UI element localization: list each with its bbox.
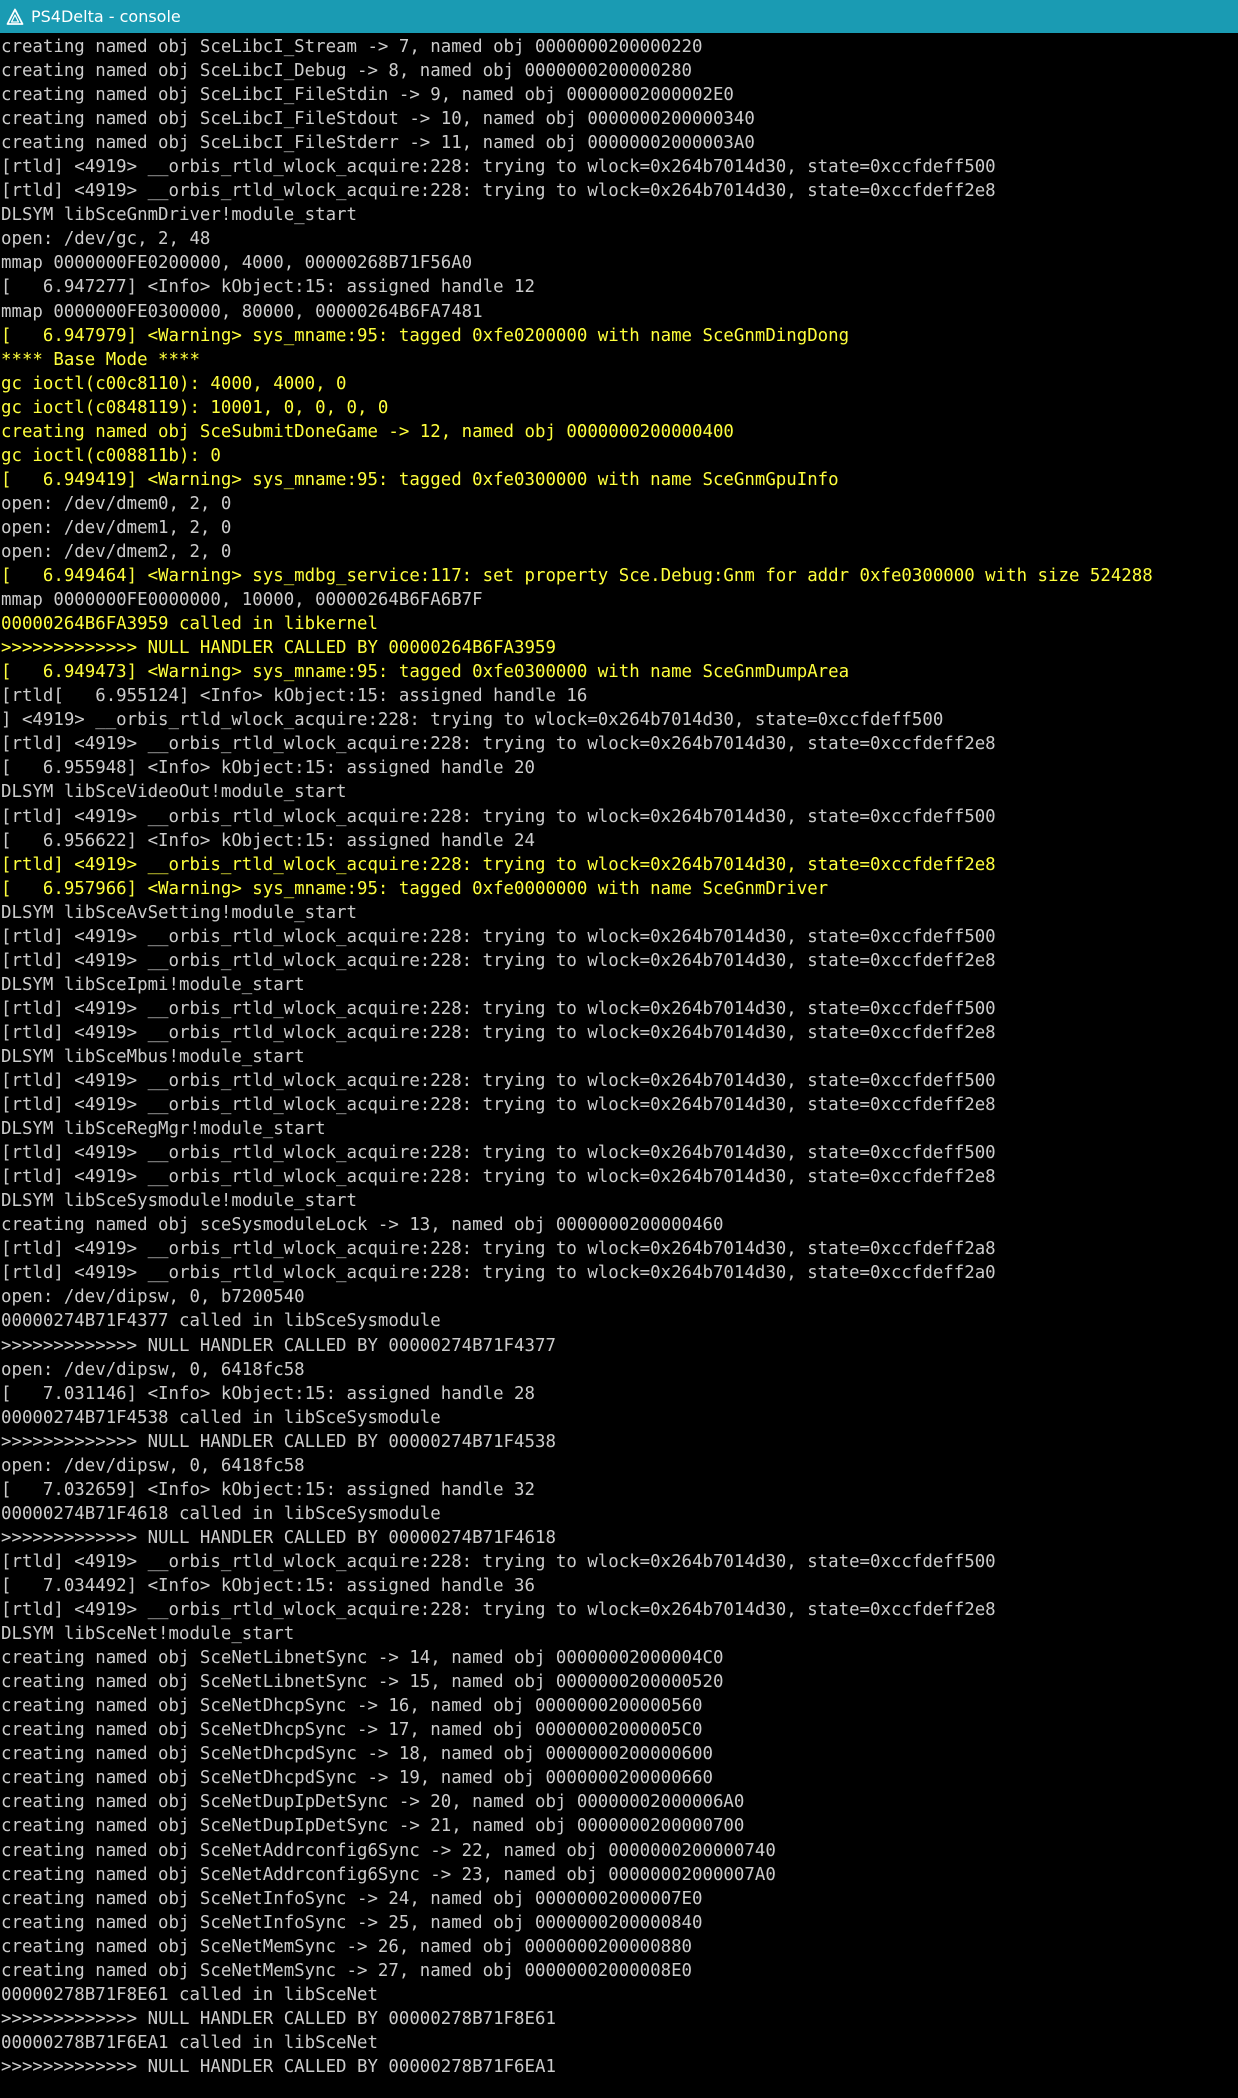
- console-line: [rtld] <4919> __orbis_rtld_wlock_acquire…: [1, 926, 996, 947]
- console-line: [ 6.956622] <Info> kObject:15: assigned …: [1, 830, 535, 851]
- console-line: DLSYM libSceMbus!module_start: [1, 1046, 305, 1067]
- console-line: creating named obj SceNetLibnetSync -> 1…: [1, 1648, 724, 1669]
- console-line: creating named obj SceNetInfoSync -> 24,…: [1, 1888, 703, 1909]
- console-line: creating named obj SceNetDhcpSync -> 17,…: [1, 1720, 703, 1741]
- console-line: creating named obj SceNetDhcpSync -> 16,…: [1, 1696, 703, 1717]
- console-line: [rtld] <4919> __orbis_rtld_wlock_acquire…: [1, 181, 996, 202]
- console-line: [rtld] <4919> __orbis_rtld_wlock_acquire…: [1, 734, 996, 755]
- console-line: [ 6.949464] <Warning> sys_mdbg_service:1…: [1, 566, 1153, 587]
- console-line: creating named obj SceNetInfoSync -> 25,…: [1, 1912, 703, 1933]
- console-line: [ 6.947979] <Warning> sys_mname:95: tagg…: [1, 325, 850, 346]
- console-line: [rtld] <4919> __orbis_rtld_wlock_acquire…: [1, 1095, 996, 1116]
- console-line: [rtld] <4919> __orbis_rtld_wlock_acquire…: [1, 1143, 996, 1164]
- console-window: PS4Delta - console creating named obj Sc…: [0, 0, 1238, 2098]
- console-line: creating named obj SceNetMemSync -> 26, …: [1, 1936, 693, 1957]
- console-line: >>>>>>>>>>>>> NULL HANDLER CALLED BY 000…: [1, 1527, 556, 1548]
- console-line: creating named obj SceNetLibnetSync -> 1…: [1, 1672, 724, 1693]
- console-line: [rtld[ 6.955124] <Info> kObject:15: assi…: [1, 686, 588, 707]
- console-line: **** Base Mode ****: [1, 349, 200, 370]
- console-line: gc ioctl(c0848119): 10001, 0, 0, 0, 0: [1, 397, 389, 418]
- console-line: >>>>>>>>>>>>> NULL HANDLER CALLED BY 000…: [1, 1335, 556, 1356]
- title-bar[interactable]: PS4Delta - console: [0, 0, 1238, 33]
- console-line: [ 6.957966] <Warning> sys_mname:95: tagg…: [1, 878, 829, 899]
- console-line: 00000278B71F8E61 called in libSceNet: [1, 1984, 378, 2005]
- console-line: mmap 0000000FE0200000, 4000, 00000268B71…: [1, 253, 473, 274]
- console-line: [ 7.034492] <Info> kObject:15: assigned …: [1, 1576, 535, 1596]
- window-title: PS4Delta - console: [31, 7, 181, 26]
- console-line: creating named obj SceLibcI_FileStderr -…: [1, 133, 755, 154]
- console-line: 00000274B71F4618 called in libSceSysmodu…: [1, 1503, 441, 1524]
- console-line: creating named obj SceNetDhcpdSync -> 18…: [1, 1744, 713, 1765]
- console-line: creating named obj SceLibcI_Stream -> 7,…: [1, 37, 703, 57]
- console-line: open: /dev/gc, 2, 48: [1, 229, 211, 250]
- console-line: >>>>>>>>>>>>> NULL HANDLER CALLED BY 000…: [1, 2008, 556, 2029]
- console-line: open: /dev/dmem1, 2, 0: [1, 517, 232, 538]
- console-line: ] <4919> __orbis_rtld_wlock_acquire:228:…: [1, 710, 944, 731]
- console-line: creating named obj SceNetDhcpdSync -> 19…: [1, 1768, 713, 1789]
- console-line: creating named obj SceNetDupIpDetSync ->…: [1, 1816, 745, 1837]
- console-line: open: /dev/dmem2, 2, 0: [1, 541, 232, 562]
- console-line: [rtld] <4919> __orbis_rtld_wlock_acquire…: [1, 1167, 996, 1188]
- console-line: creating named obj SceLibcI_Debug -> 8, …: [1, 61, 693, 82]
- console-line: [rtld] <4919> __orbis_rtld_wlock_acquire…: [1, 950, 996, 971]
- console-line: [rtld] <4919> __orbis_rtld_wlock_acquire…: [1, 1022, 996, 1043]
- console-line: open: /dev/dipsw, 0, 6418fc58: [1, 1455, 305, 1476]
- console-line: [rtld] <4919> __orbis_rtld_wlock_acquire…: [1, 998, 996, 1019]
- console-line: [rtld] <4919> __orbis_rtld_wlock_acquire…: [1, 1263, 996, 1284]
- console-line: DLSYM libSceNet!module_start: [1, 1624, 295, 1645]
- console-line: [rtld] <4919> __orbis_rtld_wlock_acquire…: [1, 1551, 996, 1572]
- console-line: mmap 0000000FE0000000, 10000, 00000264B6…: [1, 590, 483, 611]
- console-line: 00000274B71F4538 called in libSceSysmodu…: [1, 1407, 441, 1428]
- console-line: [ 7.031146] <Info> kObject:15: assigned …: [1, 1383, 535, 1404]
- console-line: open: /dev/dipsw, 0, 6418fc58: [1, 1359, 305, 1380]
- console-line: DLSYM libSceSysmodule!module_start: [1, 1191, 357, 1212]
- console-line: creating named obj SceNetDupIpDetSync ->…: [1, 1792, 745, 1813]
- console-line: open: /dev/dmem0, 2, 0: [1, 493, 232, 514]
- console-line: creating named obj SceLibcI_FileStdin ->…: [1, 85, 734, 106]
- console-line: [ 6.955948] <Info> kObject:15: assigned …: [1, 758, 535, 779]
- console-line: [rtld] <4919> __orbis_rtld_wlock_acquire…: [1, 1239, 996, 1260]
- console-line: DLSYM libSceVideoOut!module_start: [1, 782, 347, 803]
- console-line: DLSYM libSceAvSetting!module_start: [1, 902, 357, 923]
- console-line: DLSYM libSceGnmDriver!module_start: [1, 205, 357, 226]
- console-line: 00000264B6FA3959 called in libkernel: [1, 614, 378, 635]
- console-line: [rtld] <4919> __orbis_rtld_wlock_acquire…: [1, 806, 996, 827]
- console-line: [ 6.949419] <Warning> sys_mname:95: tagg…: [1, 469, 839, 490]
- console-line: 00000274B71F4377 called in libSceSysmodu…: [1, 1311, 441, 1332]
- console-line: open: /dev/dipsw, 0, b7200540: [1, 1287, 305, 1308]
- console-line: >>>>>>>>>>>>> NULL HANDLER CALLED BY 000…: [1, 638, 556, 659]
- console-line: DLSYM libSceRegMgr!module_start: [1, 1119, 326, 1140]
- ps4delta-triangle-icon: [6, 8, 24, 26]
- console-line: mmap 0000000FE0300000, 80000, 00000264B6…: [1, 301, 483, 322]
- console-line: gc ioctl(c008811b): 0: [1, 445, 221, 466]
- console-line: [rtld] <4919> __orbis_rtld_wlock_acquire…: [1, 1071, 996, 1092]
- console-line: creating named obj SceNetAddrconfig6Sync…: [1, 1840, 776, 1861]
- console-line: [rtld] <4919> __orbis_rtld_wlock_acquire…: [1, 854, 996, 875]
- console-line: creating named obj SceNetMemSync -> 27, …: [1, 1960, 693, 1981]
- console-line: [rtld] <4919> __orbis_rtld_wlock_acquire…: [1, 1600, 996, 1621]
- console-line: creating named obj SceLibcI_FileStdout -…: [1, 109, 755, 130]
- console-line: creating named obj sceSysmoduleLock -> 1…: [1, 1215, 724, 1236]
- console-line: [ 6.947277] <Info> kObject:15: assigned …: [1, 277, 535, 298]
- console-line: [ 7.032659] <Info> kObject:15: assigned …: [1, 1479, 535, 1500]
- console-line: [rtld] <4919> __orbis_rtld_wlock_acquire…: [1, 157, 996, 178]
- console-line: >>>>>>>>>>>>> NULL HANDLER CALLED BY 000…: [1, 1431, 556, 1452]
- console-line: 00000278B71F6EA1 called in libSceNet: [1, 2032, 378, 2053]
- console-line: >>>>>>>>>>>>> NULL HANDLER CALLED BY 000…: [1, 2056, 556, 2077]
- console-output[interactable]: creating named obj SceLibcI_Stream -> 7,…: [0, 33, 1238, 2098]
- console-line: [ 6.949473] <Warning> sys_mname:95: tagg…: [1, 662, 850, 683]
- console-line: creating named obj SceSubmitDoneGame -> …: [1, 421, 734, 442]
- console-line: creating named obj SceNetAddrconfig6Sync…: [1, 1864, 776, 1885]
- console-line: DLSYM libSceIpmi!module_start: [1, 974, 305, 995]
- console-line: gc ioctl(c00c8110): 4000, 4000, 0: [1, 373, 347, 394]
